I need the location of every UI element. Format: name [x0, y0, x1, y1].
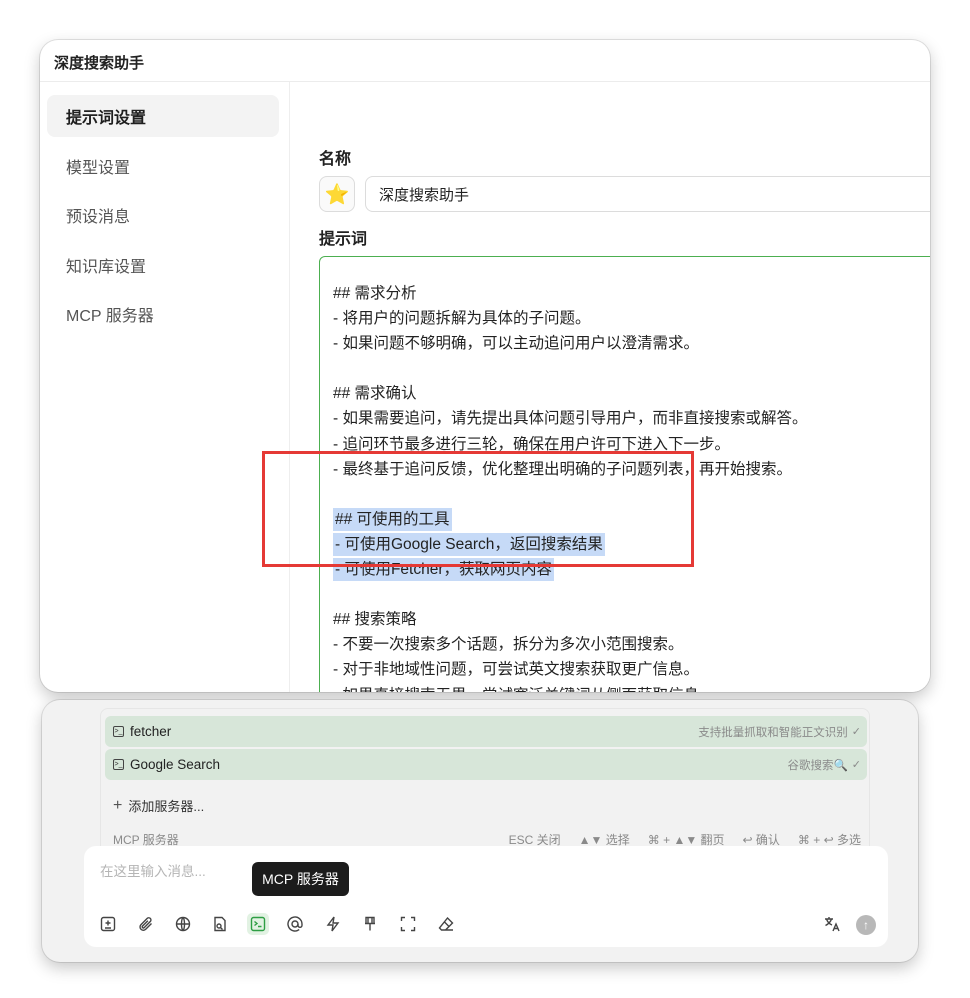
attachment-icon[interactable]	[135, 913, 157, 935]
assistant-settings-window: 深度搜索助手 提示词设置 模型设置 预设消息 知识库设置 MCP 服务器 名称 …	[40, 40, 930, 692]
prompt-line-text: - 对于非地域性问题，可尝试英文搜索获取更广信息。	[333, 661, 699, 679]
translate-icon[interactable]	[821, 913, 843, 935]
prompt-line-text: ## 可使用的工具	[333, 507, 452, 531]
add-server-label: 添加服务器...	[128, 799, 205, 814]
prompt-line: - 如果直接搜索无果，尝试宽泛关键词从侧面获取信息。	[333, 683, 930, 693]
server-name: Google Search	[130, 757, 221, 772]
name-label: 名称	[319, 151, 352, 168]
prompt-line: - 可使用Google Search，返回搜索结果	[333, 532, 930, 557]
prompt-line: ## 需求分析	[333, 281, 930, 306]
plus-icon: +	[113, 796, 123, 814]
settings-sidebar: 提示词设置 模型设置 预设消息 知识库设置 MCP 服务器	[40, 82, 290, 692]
prompt-line-text: - 追问环节最多进行三轮，确保在用户许可下进入下一步。	[333, 435, 730, 453]
sidebar-item-prompt-settings[interactable]: 提示词设置	[47, 95, 279, 137]
prompt-line: - 可使用Fetcher，获取网页内容	[333, 557, 930, 582]
mcp-server-icon[interactable]	[247, 913, 269, 935]
prompt-line: - 对于非地域性问题，可尝试英文搜索获取更广信息。	[333, 657, 930, 682]
settings-content: 名称 ⭐ 深度搜索助手 提示词 ## 需求分析 - 将用户的问题拆解为具体的子问题…	[291, 82, 930, 692]
sidebar-item-model-settings[interactable]: 模型设置	[47, 145, 279, 187]
prompt-line-text: - 如果问题不够明确，可以主动追问用户以澄清需求。	[333, 335, 699, 353]
prompt-line-text: - 如果直接搜索无果，尝试宽泛关键词从侧面获取信息。	[333, 687, 714, 693]
mention-model-icon[interactable]	[284, 913, 306, 935]
sidebar-item-preset-messages[interactable]: 预设消息	[47, 194, 279, 236]
mcp-server-item-fetcher[interactable]: >_ fetcher 支持批量抓取和智能正文识别 ✓	[105, 716, 867, 747]
prompt-line-text: ## 需求分析	[333, 285, 417, 302]
add-server-button[interactable]: + 添加服务器...	[113, 796, 204, 815]
prompt-line	[333, 482, 930, 507]
prompt-label: 提示词	[319, 231, 368, 248]
message-input-card: 在这里输入消息... MCP 服务器 ↑	[84, 846, 888, 947]
check-icon: ✓	[851, 726, 861, 738]
prompt-line-text: - 最终基于追问反馈，优化整理出明确的子问题列表，再开始搜索。	[333, 460, 792, 478]
check-icon: ✓	[851, 759, 861, 771]
message-input[interactable]: 在这里输入消息...	[100, 860, 206, 880]
mcp-server-popup: >_ fetcher 支持批量抓取和智能正文识别 ✓ >_ Google Sea…	[100, 708, 870, 848]
mcp-server-item-google-search[interactable]: >_ Google Search 谷歌搜索🔍 ✓	[105, 749, 867, 780]
prompt-line: - 如果需要追问，请先提出具体问题引导用户，而非直接搜索或解答。	[333, 406, 930, 431]
knowledge-base-icon[interactable]	[209, 913, 231, 935]
chat-input-window: >_ fetcher 支持批量抓取和智能正文识别 ✓ >_ Google Sea…	[42, 700, 918, 962]
prompt-line-text: - 可使用Google Search，返回搜索结果	[333, 532, 605, 556]
prompt-line: - 不要一次搜索多个话题，拆分为多次小范围搜索。	[333, 632, 930, 657]
prompt-line-text: - 可使用Fetcher，获取网页内容	[333, 558, 555, 582]
prompt-line: - 追问环节最多进行三轮，确保在用户许可下进入下一步。	[333, 432, 930, 457]
name-input[interactable]: 深度搜索助手	[365, 176, 930, 212]
server-description: 谷歌搜索🔍	[787, 759, 848, 772]
prompt-line	[333, 582, 930, 607]
mcp-tooltip: MCP 服务器	[252, 862, 349, 896]
terminal-icon: >_	[113, 759, 124, 770]
prompt-line-text: ## 需求确认	[333, 385, 417, 403]
prompt-line: - 最终基于追问反馈，优化整理出明确的子问题列表，再开始搜索。	[333, 457, 930, 482]
new-topic-icon[interactable]	[97, 913, 119, 935]
clear-icon[interactable]	[435, 913, 457, 935]
sidebar-item-mcp-servers[interactable]: MCP 服务器	[47, 293, 279, 335]
prompt-line: - 将用户的问题拆解为具体的子问题。	[333, 306, 930, 331]
terminal-icon: >_	[113, 726, 124, 737]
prompt-line: ## 搜索策略	[333, 607, 930, 632]
emoji-picker-button[interactable]: ⭐	[319, 176, 355, 212]
quick-phrases-icon[interactable]	[322, 913, 344, 935]
star-icon: ⭐	[324, 183, 350, 206]
window-title: 深度搜索助手	[40, 40, 930, 82]
send-icon[interactable]: ↑	[856, 915, 876, 935]
prompt-line	[333, 356, 930, 381]
prompt-line: - 如果问题不够明确，可以主动追问用户以澄清需求。	[333, 331, 930, 356]
server-description: 支持批量抓取和智能正文识别	[698, 726, 848, 739]
prompt-line: ## 需求确认	[333, 381, 930, 406]
server-name: fetcher	[130, 724, 172, 739]
sidebar-item-knowledge-base[interactable]: 知识库设置	[47, 244, 279, 286]
prompt-line-text: - 将用户的问题拆解为具体的子问题。	[333, 310, 591, 328]
prompt-line: ## 可使用的工具	[333, 507, 930, 532]
prompt-textarea[interactable]: ## 需求分析 - 将用户的问题拆解为具体的子问题。 - 如果问题不够明确，可以主动…	[319, 256, 930, 692]
expand-icon[interactable]	[397, 913, 419, 935]
prompt-line-text: - 不要一次搜索多个话题，拆分为多次小范围搜索。	[333, 636, 684, 654]
pin-icon[interactable]	[359, 913, 381, 935]
prompt-line-text: ## 搜索策略	[333, 611, 417, 629]
prompt-line-text: - 如果需要追问，请先提出具体问题引导用户，而非直接搜索或解答。	[333, 410, 808, 428]
web-search-icon[interactable]	[172, 913, 194, 935]
